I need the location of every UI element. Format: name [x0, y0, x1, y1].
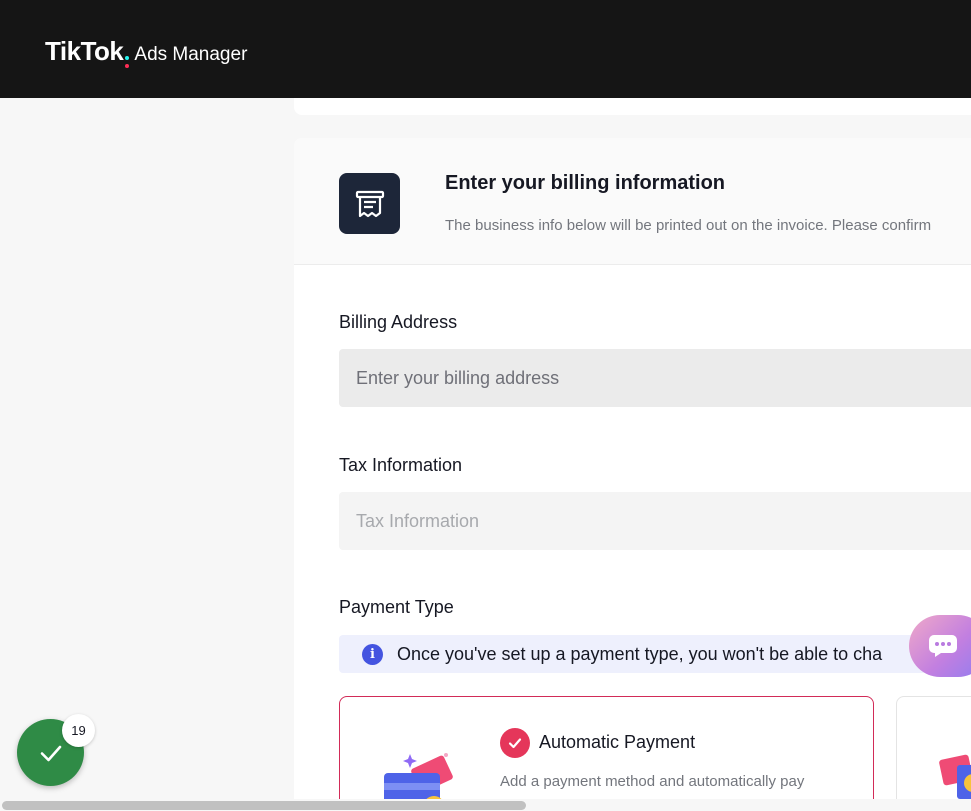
payment-option-automatic[interactable]: Automatic Payment Add a payment method a…: [339, 696, 874, 811]
chat-support-button[interactable]: [909, 615, 971, 677]
billing-card-header: Enter your billing information The busin…: [294, 138, 971, 265]
task-count-badge: 19: [62, 714, 95, 747]
automatic-payment-title: Automatic Payment: [539, 732, 696, 752]
tiktok-ads-manager-logo[interactable]: TikTok Ads Manager: [45, 36, 247, 70]
automatic-payment-description: Add a payment method and automatically p…: [500, 773, 805, 790]
left-sidebar: [0, 98, 294, 811]
logo-product-text: Ads Manager: [134, 44, 248, 65]
billing-address-input[interactable]: [339, 349, 971, 407]
logo-colon-icon: [125, 54, 130, 70]
checkmark-icon: [40, 745, 61, 761]
chat-bubble-icon: [928, 634, 958, 658]
logo-brand-text: TikTok: [45, 36, 124, 66]
payment-type-notice: i Once you've set up a payment type, you…: [339, 635, 971, 673]
horizontal-scrollbar-thumb[interactable]: [2, 801, 526, 810]
billing-information-card: Enter your billing information The busin…: [294, 138, 971, 811]
payment-option-manual[interactable]: [896, 696, 971, 811]
tax-information-label: Tax Information: [339, 455, 463, 475]
selected-checkmark-icon: [500, 728, 530, 758]
previous-section-card: [294, 98, 971, 115]
billing-address-label: Billing Address: [339, 312, 458, 332]
info-icon: i: [362, 643, 383, 665]
receipt-icon: [339, 173, 400, 234]
billing-card-title: Enter your billing information: [445, 172, 725, 194]
billing-card-subtitle: The business info below will be printed …: [445, 217, 932, 234]
tax-information-input[interactable]: [339, 492, 971, 550]
top-navigation-bar: TikTok Ads Manager: [0, 0, 971, 98]
payment-type-label: Payment Type: [339, 597, 454, 617]
payment-type-notice-text: Once you've set up a payment type, you w…: [397, 643, 883, 664]
